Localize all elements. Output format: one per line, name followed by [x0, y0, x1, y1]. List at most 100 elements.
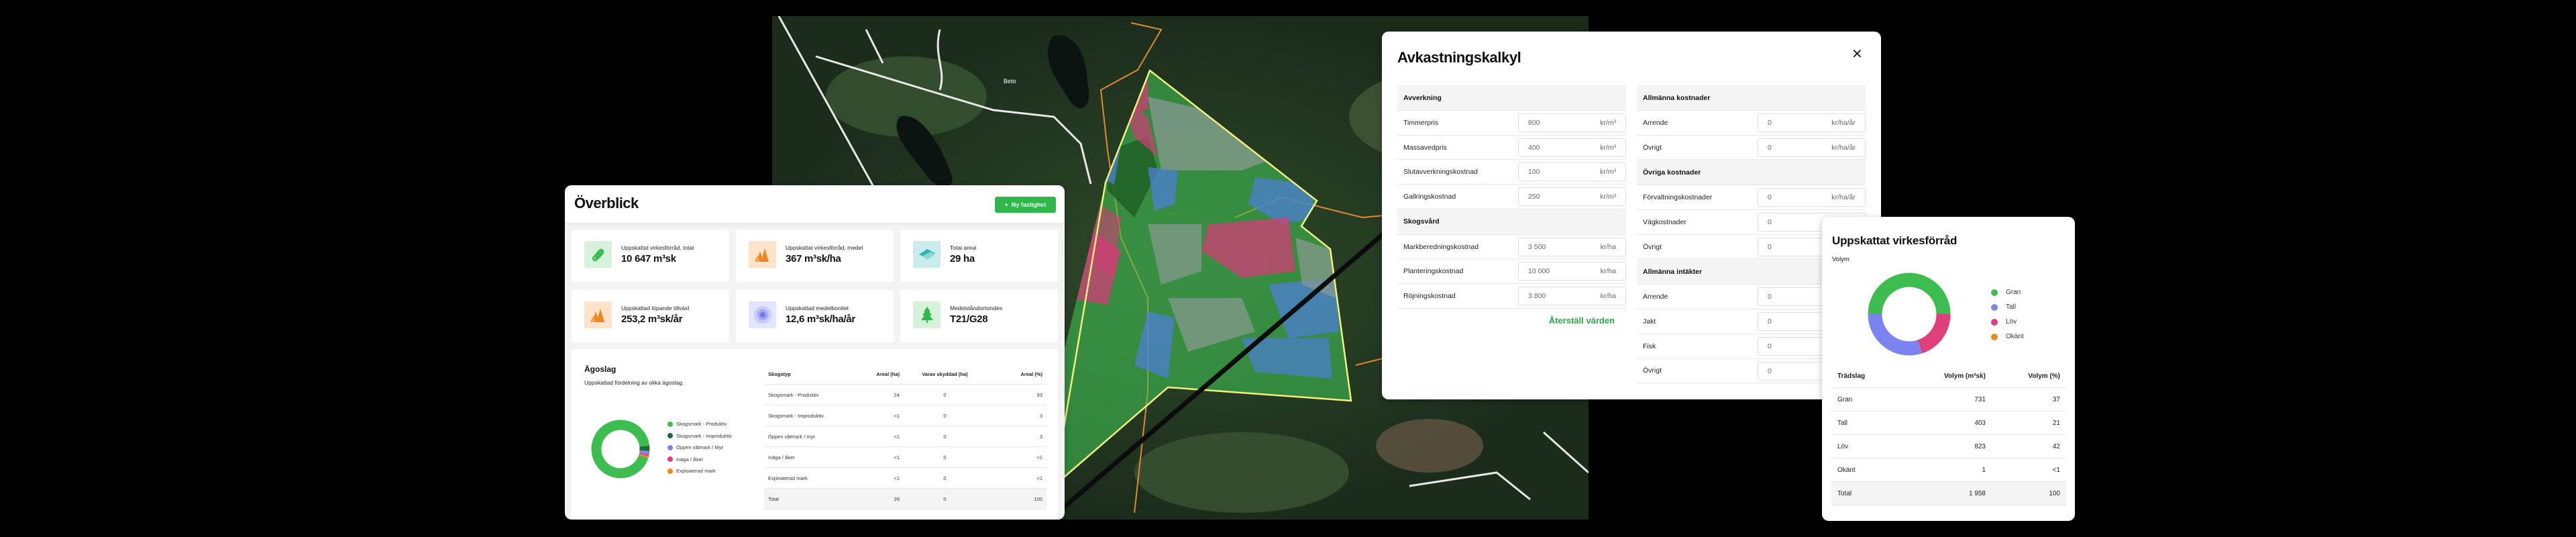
target-icon [749, 301, 776, 328]
input-value: 400 [1528, 143, 1540, 152]
reset-values-link[interactable]: Återställ värden [1397, 315, 1615, 326]
input-unit: kr/m³ [1600, 143, 1616, 152]
table-cell: 0 [943, 391, 947, 398]
table-row: Exploaterad mark <1 0 <1 [764, 468, 1046, 489]
close-icon[interactable]: ✕ [1851, 48, 1863, 61]
form-row: Förvaltningskostnader 0 kr/ha/år [1637, 185, 1866, 211]
land-use-subtitle: Uppskattad fördelning av olika ägoslag. [584, 379, 684, 386]
table-row: Öppen våtmark / myr <1 0 3 [764, 426, 1046, 447]
table-cell: Skogsmark - Produktiv [768, 391, 819, 398]
table-cell: Löv [1837, 442, 1849, 450]
legend-label: Exploaterad mark [676, 468, 716, 474]
input-unit: kr/m³ [1600, 119, 1616, 127]
map-place-label: Beto [1004, 78, 1016, 85]
input-unit: kr/ha/år [1831, 119, 1856, 127]
stat-label: Uppskattat virkesförråd, medel [786, 244, 863, 251]
table-cell: 0 [943, 495, 947, 502]
input-value: 0 [1768, 342, 1772, 350]
legend-label: Skogsmark - Produktiv [676, 421, 727, 427]
table-row: Skogsmark - Produktiv 24 0 93 [764, 385, 1046, 405]
table-header: Skogstyp Areal (ha) Varav skyddad (ha) Area… [764, 364, 1046, 385]
table-cell: <1 [894, 475, 900, 481]
form-row: Röjningskostnad 3 800 kr/ha [1397, 284, 1626, 309]
number-input[interactable]: 400 kr/m³ [1518, 138, 1626, 157]
table-cell: <1 [1036, 454, 1042, 460]
form-row: Gallringskostnad 250 kr/m³ [1397, 185, 1626, 209]
table-cell: Inäga / åker [768, 454, 795, 460]
legend-dot-icon [667, 456, 673, 462]
input-value: 0 [1768, 218, 1772, 227]
input-value: 100 [1528, 168, 1540, 177]
form-row: Planteringskostnad 10 000 kr/ha [1397, 259, 1626, 285]
form-row: Massavedpris 400 kr/m³ [1397, 136, 1626, 160]
table-total-row: Total 26 0 100 [764, 489, 1046, 509]
modal-title: Avkastningskalkyl [1397, 49, 1521, 66]
table-cell: Trädslag [1837, 372, 1866, 380]
table-header: Trädslag Volym (m³sk) Volym (%) [1831, 364, 2066, 388]
table-row: Gran 731 37 [1831, 388, 2066, 411]
table-cell: Total [1837, 489, 1852, 497]
number-input[interactable]: 0 kr/ha/år [1758, 138, 1866, 157]
number-input[interactable]: 0 kr/ha/år [1758, 188, 1866, 207]
input-value: 0 [1768, 293, 1772, 301]
number-input[interactable]: 10 000 kr/ha [1518, 262, 1626, 281]
land-use-slice [639, 454, 649, 458]
table-cell: 24 [894, 391, 900, 398]
number-input[interactable]: 3 500 kr/ha [1518, 237, 1626, 256]
land-use-slice [591, 420, 650, 479]
input-value: 0 [1768, 318, 1772, 326]
stat-value: 10 647 m³sk [621, 253, 676, 264]
form-row: Övrigt 0 kr/ha/år [1637, 136, 1866, 160]
table-cell: Varav skyddad (ha) [922, 371, 968, 377]
form-row: Markberedningskostnad 3 500 kr/ha [1397, 235, 1626, 260]
stat-label: Total areal [950, 244, 977, 251]
area-icon [913, 241, 941, 268]
table-cell: 0 [943, 454, 947, 460]
stat-value: T21/G28 [950, 313, 988, 325]
input-value: 0 [1768, 119, 1772, 127]
number-input[interactable]: 250 kr/m³ [1518, 187, 1626, 207]
table-cell: <1 [894, 454, 900, 460]
timber-volume-panel: Uppskattat virkesförråd Volym Gran Tall Lö… [1822, 217, 2075, 521]
number-input[interactable]: 3 800 kr/ha [1518, 287, 1626, 306]
legend-item: Inäga / Åker [667, 456, 703, 462]
modal-left-column: Avverkning Timmerpris 800 kr/m³ Massavedpris… [1397, 85, 1626, 309]
stat-value: 12,6 m³sk/ha/år [786, 313, 855, 325]
table-total-row: Total 1 958 100 [1831, 482, 2066, 505]
table-row: Löv 823 42 [1831, 435, 2066, 458]
timber-volume-donut-chart [1868, 273, 1951, 356]
legend-label: Skogsmark - Improduktiv [676, 432, 732, 439]
timber-slice [1868, 313, 1922, 356]
number-input[interactable]: 800 kr/m³ [1518, 113, 1626, 132]
table-cell: 0 [943, 412, 947, 419]
number-input[interactable]: 100 kr/m³ [1518, 162, 1626, 182]
input-unit: kr/ha [1600, 292, 1616, 301]
new-property-button[interactable]: + Ny fastighet [995, 197, 1056, 213]
legend-item: Skogsmark - Produktiv [667, 421, 727, 427]
table-cell: 1 958 [1968, 489, 1986, 497]
stat-label: Uppskattat virkesförråd, total [621, 244, 694, 251]
table-cell: 3 [1039, 412, 1042, 419]
legend-dot-icon [1991, 303, 1998, 311]
table-cell: <1 [2052, 466, 2060, 474]
table-cell: 823 [1974, 442, 1986, 450]
input-value: 3 500 [1528, 242, 1546, 251]
form-row: Slutavverkningskostnad 100 kr/m³ [1397, 160, 1626, 185]
table-cell: 3 [1039, 433, 1042, 440]
legend-dot-icon [667, 444, 673, 450]
stat-value: 367 m³sk/ha [786, 253, 841, 264]
growth-trees-icon [584, 301, 612, 328]
table-cell: 0 [943, 433, 947, 440]
timber-slice [1917, 313, 1951, 354]
table-cell: <1 [894, 433, 900, 440]
table-cell: Gran [1837, 395, 1853, 403]
land-use-donut-chart [591, 420, 650, 479]
number-input[interactable]: 0 kr/ha/år [1758, 113, 1866, 132]
table-cell: 1 [1982, 466, 1986, 474]
table-cell: <1 [894, 412, 900, 419]
table-cell: Volym (%) [2028, 372, 2060, 380]
legend-dot-icon [1991, 333, 1998, 340]
input-value: 0 [1768, 193, 1772, 202]
input-unit: kr/m³ [1600, 193, 1616, 201]
table-cell: Exploaterad mark [768, 475, 808, 481]
